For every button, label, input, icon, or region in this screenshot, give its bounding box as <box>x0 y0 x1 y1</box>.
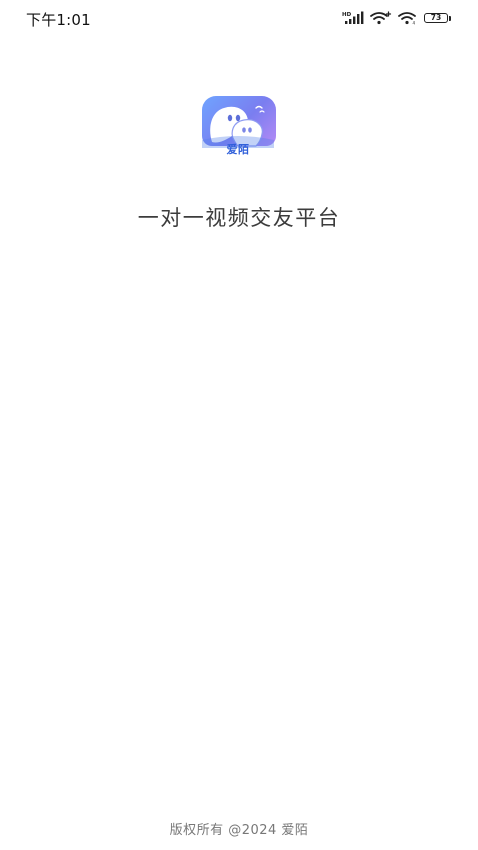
status-bar: 下午1:01 HD 4 73 <box>0 0 478 36</box>
copyright-text: 版权所有 @2024 爱陌 <box>169 823 309 838</box>
battery-icon: 73 <box>424 12 452 24</box>
logo-text: 爱陌 <box>226 143 250 156</box>
status-time: 下午1:01 <box>26 11 91 29</box>
status-icons: HD 4 73 <box>342 10 452 26</box>
chat-bubbles-icon <box>202 105 274 148</box>
svg-text:4: 4 <box>413 21 416 26</box>
battery-level: 73 <box>424 13 448 23</box>
svg-text:HD: HD <box>342 12 352 18</box>
app-slogan: 一对一视频交友平台 <box>137 206 341 230</box>
wifi-icon: 4 <box>398 12 416 26</box>
wifi-plus-icon <box>370 11 392 25</box>
app-logo: 爱陌 <box>200 96 276 158</box>
hd-signal-icon: HD <box>342 11 364 24</box>
